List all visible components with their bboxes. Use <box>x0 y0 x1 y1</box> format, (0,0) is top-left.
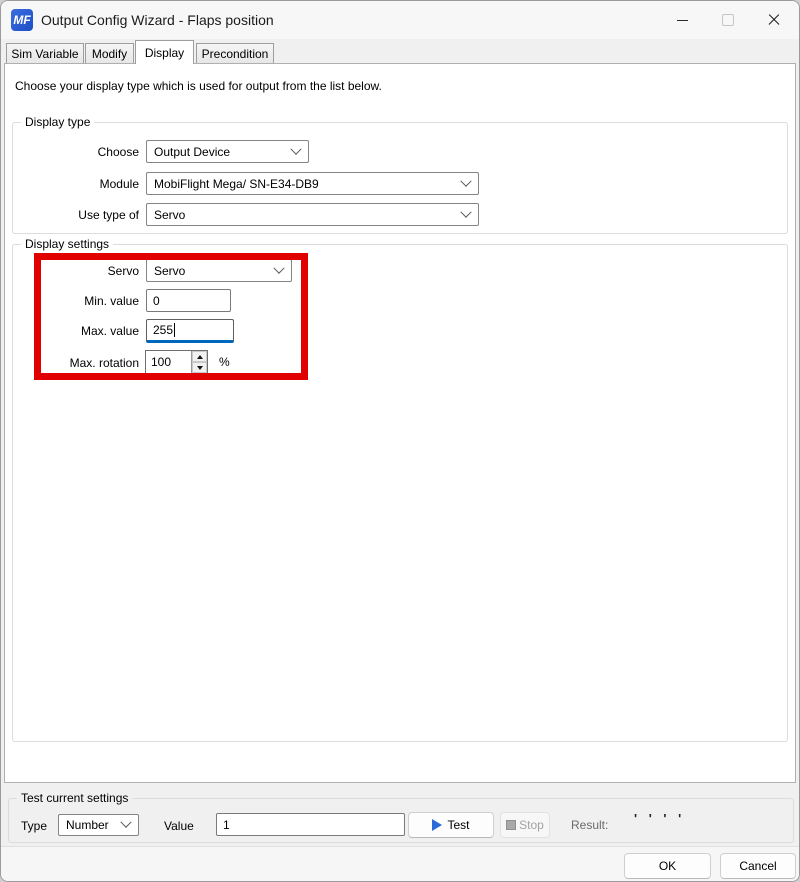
display-type-legend: Display type <box>21 115 94 130</box>
choose-dropdown-value: Output Device <box>154 145 292 159</box>
max-value-label: Max. value <box>19 324 139 338</box>
footer-divider <box>1 846 799 847</box>
use-type-label: Use type of <box>19 208 139 222</box>
max-value-text: 255 <box>153 323 173 337</box>
minimize-button[interactable] <box>659 1 705 39</box>
result-value: ' ' ' ' <box>634 811 685 826</box>
stop-button: Stop <box>500 812 550 838</box>
servo-label: Servo <box>19 264 139 278</box>
maximize-button <box>705 1 751 39</box>
module-label: Module <box>19 177 139 191</box>
test-type-dropdown-value: Number <box>66 818 122 832</box>
ok-button-label: OK <box>659 859 676 873</box>
max-rotation-label: Max. rotation <box>19 356 139 370</box>
window-controls <box>659 1 797 39</box>
close-icon <box>767 13 781 27</box>
output-config-wizard-window: MF Output Config Wizard - Flaps position… <box>0 0 800 882</box>
tab-precondition[interactable]: Precondition <box>196 43 274 63</box>
servo-dropdown-value: Servo <box>154 264 275 278</box>
min-value-input[interactable]: 0 <box>146 289 231 312</box>
chevron-down-icon <box>120 817 131 828</box>
min-value-text: 0 <box>153 294 160 308</box>
cancel-button[interactable]: Cancel <box>720 853 796 879</box>
stop-button-label: Stop <box>519 818 544 832</box>
tab-display[interactable]: Display <box>135 40 194 64</box>
choose-dropdown[interactable]: Output Device <box>146 140 309 163</box>
arrow-up-icon <box>197 355 203 359</box>
maximize-icon <box>722 14 734 26</box>
max-value-input[interactable]: 255 <box>146 319 234 343</box>
test-type-dropdown[interactable]: Number <box>58 814 139 836</box>
chevron-down-icon <box>273 262 284 273</box>
use-type-dropdown-value: Servo <box>154 208 462 222</box>
stop-icon <box>506 820 516 830</box>
cancel-button-label: Cancel <box>739 859 776 873</box>
servo-dropdown[interactable]: Servo <box>146 259 292 282</box>
test-button-label: Test <box>447 818 469 832</box>
min-value-label: Min. value <box>19 294 139 308</box>
module-dropdown-value: MobiFlight Mega/ SN-E34-DB9 <box>154 177 462 191</box>
text-caret <box>174 323 175 337</box>
choose-label: Choose <box>19 145 139 159</box>
chevron-down-icon <box>290 143 301 154</box>
stepper-up-button[interactable] <box>192 351 207 362</box>
percent-unit-label: % <box>219 355 239 369</box>
chevron-down-icon <box>460 175 471 186</box>
chevron-down-icon <box>460 206 471 217</box>
minimize-icon <box>677 20 688 21</box>
display-settings-legend: Display settings <box>21 237 113 252</box>
type-label: Type <box>21 819 53 833</box>
module-dropdown[interactable]: MobiFlight Mega/ SN-E34-DB9 <box>146 172 479 195</box>
test-settings-legend: Test current settings <box>17 791 132 806</box>
tab-modify[interactable]: Modify <box>85 43 134 63</box>
value-label: Value <box>164 819 204 833</box>
instruction-text: Choose your display type which is used f… <box>15 79 382 93</box>
test-button[interactable]: Test <box>408 812 494 838</box>
close-button[interactable] <box>751 1 797 39</box>
test-value-text: 1 <box>223 818 230 832</box>
window-title: Output Config Wizard - Flaps position <box>41 1 274 39</box>
test-value-input[interactable]: 1 <box>216 813 405 836</box>
title-bar[interactable]: MF Output Config Wizard - Flaps position <box>1 1 799 39</box>
result-label: Result: <box>571 818 621 832</box>
tab-sim-variable[interactable]: Sim Variable <box>6 43 84 63</box>
play-icon <box>432 819 442 831</box>
display-settings-group: Display settings <box>12 244 788 742</box>
use-type-dropdown[interactable]: Servo <box>146 203 479 226</box>
stepper-down-button[interactable] <box>192 362 207 373</box>
stepper-buttons <box>191 351 207 373</box>
app-icon: MF <box>11 9 33 31</box>
arrow-down-icon <box>197 366 203 370</box>
ok-button[interactable]: OK <box>624 853 711 879</box>
max-rotation-value: 100 <box>146 351 191 373</box>
max-rotation-stepper[interactable]: 100 <box>145 350 208 374</box>
